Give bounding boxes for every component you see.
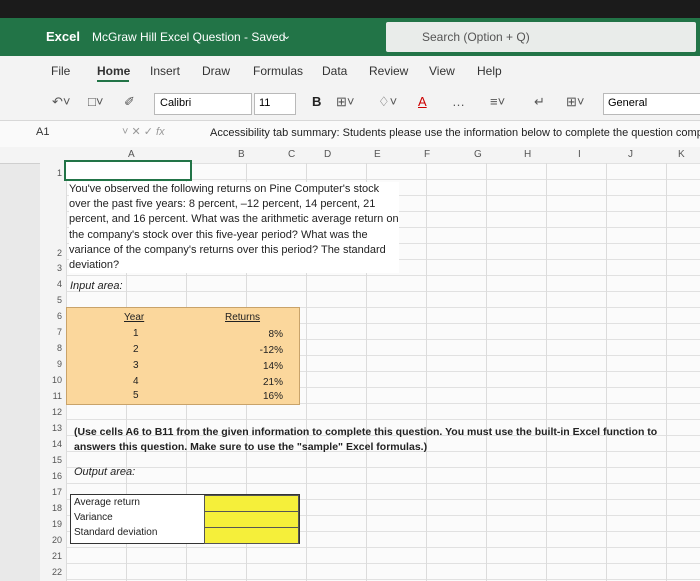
output-area-label[interactable]: Output area: — [74, 466, 135, 478]
tab-home[interactable]: Home — [97, 64, 130, 78]
year-header[interactable]: Year — [124, 312, 144, 323]
format-painter-icon[interactable]: ✐ — [124, 94, 135, 110]
column-header[interactable]: F — [424, 149, 430, 160]
year-cell[interactable]: 5 — [133, 390, 139, 401]
row-header[interactable]: 21 — [52, 551, 62, 561]
formula-content[interactable]: Accessibility tab summary: Students plea… — [210, 127, 700, 139]
font-select[interactable]: Calibri — [154, 93, 252, 115]
row-header[interactable]: 10 — [52, 375, 62, 385]
return-cell[interactable]: -12% — [260, 345, 283, 356]
more-icon[interactable]: … — [452, 94, 465, 109]
tab-insert[interactable]: Insert — [150, 64, 180, 78]
returns-header[interactable]: Returns — [225, 312, 260, 323]
column-header[interactable]: D — [324, 149, 331, 160]
row-header[interactable]: 8 — [57, 343, 62, 353]
row-header[interactable]: 14 — [52, 439, 62, 449]
input-area-label[interactable]: Input area: — [70, 280, 123, 292]
fill-color-icon[interactable]: ♢˅ — [378, 94, 397, 110]
year-cell[interactable]: 2 — [133, 344, 139, 355]
name-box[interactable]: A1 — [36, 126, 49, 138]
row-header[interactable]: 9 — [57, 359, 62, 369]
return-cell[interactable]: 14% — [263, 361, 283, 372]
variance-label[interactable]: Variance — [74, 512, 113, 523]
column-header[interactable]: I — [578, 149, 581, 160]
column-header[interactable]: A — [128, 149, 135, 160]
row-header[interactable]: 12 — [52, 407, 62, 417]
active-tab-indicator — [97, 80, 129, 82]
tab-file[interactable]: File — [51, 64, 70, 78]
number-format-value: General — [608, 97, 648, 109]
formula-controls-icon: ˅ ✕ ✓ fx — [122, 126, 165, 138]
tab-data[interactable]: Data — [322, 64, 347, 78]
std-dev-input[interactable] — [204, 527, 299, 544]
row-header[interactable]: 17 — [52, 487, 62, 497]
row-header[interactable]: 2 — [57, 248, 62, 258]
row-header[interactable]: 6 — [57, 311, 62, 321]
search-input[interactable]: Search (Option + Q) — [386, 22, 696, 52]
font-size-select[interactable]: 11 — [254, 93, 296, 115]
row-header[interactable]: 13 — [52, 423, 62, 433]
row-header[interactable]: 22 — [52, 567, 62, 577]
year-cell[interactable]: 3 — [133, 360, 139, 371]
number-format-select[interactable]: General — [603, 93, 700, 115]
size-value: 11 — [259, 97, 271, 109]
chevron-down-icon[interactable]: ⌄ — [282, 29, 291, 42]
std-dev-label[interactable]: Standard deviation — [74, 527, 157, 538]
row-headers: 1 2 3 4 5 6 7 8 9 10 11 12 13 14 15 16 1… — [40, 163, 67, 581]
instruction-note[interactable]: (Use cells A6 to B11 from the given info… — [74, 425, 694, 455]
tab-review[interactable]: Review — [369, 64, 408, 78]
tab-help[interactable]: Help — [477, 64, 502, 78]
undo-icon[interactable]: ↶˅ — [52, 94, 70, 110]
return-cell[interactable]: 8% — [269, 329, 283, 340]
tab-formulas[interactable]: Formulas — [253, 64, 303, 78]
borders-icon[interactable]: ⊞˅ — [336, 94, 354, 110]
font-value: Calibri — [160, 97, 192, 109]
column-header[interactable]: E — [374, 149, 381, 160]
app-name: Excel — [46, 29, 80, 44]
bold-button[interactable]: B — [312, 94, 321, 109]
row-header[interactable]: 7 — [57, 327, 62, 337]
average-return-label[interactable]: Average return — [74, 497, 140, 508]
variance-input[interactable] — [204, 511, 299, 528]
column-header[interactable]: J — [628, 149, 633, 160]
question-text[interactable]: You've observed the following returns on… — [69, 182, 399, 274]
column-header[interactable]: H — [524, 149, 531, 160]
merge-icon[interactable]: ⊞˅ — [566, 94, 584, 110]
column-header[interactable]: B — [238, 149, 245, 160]
selected-cell-a1[interactable] — [64, 160, 192, 181]
row-header[interactable]: 1 — [57, 168, 62, 178]
font-color-icon[interactable]: A — [418, 94, 427, 109]
return-cell[interactable]: 21% — [263, 377, 283, 388]
year-cell[interactable]: 1 — [133, 328, 139, 339]
align-icon[interactable]: ≡˅ — [490, 94, 505, 109]
year-cell[interactable]: 4 — [133, 376, 139, 387]
input-table[interactable]: Year Returns 1 2 3 4 5 8% -12% 14% 21% 1… — [66, 307, 300, 405]
row-header[interactable]: 20 — [52, 535, 62, 545]
document-title[interactable]: McGraw Hill Excel Question - Saved — [92, 30, 285, 44]
column-header[interactable]: C — [288, 149, 295, 160]
tab-draw[interactable]: Draw — [202, 64, 230, 78]
search-placeholder: Search (Option + Q) — [422, 30, 530, 44]
clipboard-icon[interactable]: □˅ — [88, 94, 103, 109]
row-header[interactable]: 11 — [53, 391, 62, 401]
wrap-text-icon[interactable]: ↵ — [534, 94, 545, 110]
row-header[interactable]: 18 — [52, 503, 62, 513]
toolbar: ↶˅ □˅ ✐ B ⊞˅ ♢˅ A … ≡˅ ↵ ⊞˅ — [0, 86, 700, 121]
return-cell[interactable]: 16% — [263, 391, 283, 402]
row-header[interactable]: 15 — [52, 455, 62, 465]
column-header[interactable]: K — [678, 149, 685, 160]
output-table: Average return Variance Standard deviati… — [70, 494, 300, 544]
top-strip — [0, 0, 700, 18]
row-header[interactable]: 5 — [57, 295, 62, 305]
average-return-input[interactable] — [204, 495, 299, 512]
row-header[interactable]: 16 — [52, 471, 62, 481]
row-header[interactable]: 4 — [57, 279, 62, 289]
row-header[interactable]: 19 — [52, 519, 62, 529]
row-header[interactable]: 3 — [57, 263, 62, 273]
column-header[interactable]: G — [474, 149, 482, 160]
tab-view[interactable]: View — [429, 64, 455, 78]
